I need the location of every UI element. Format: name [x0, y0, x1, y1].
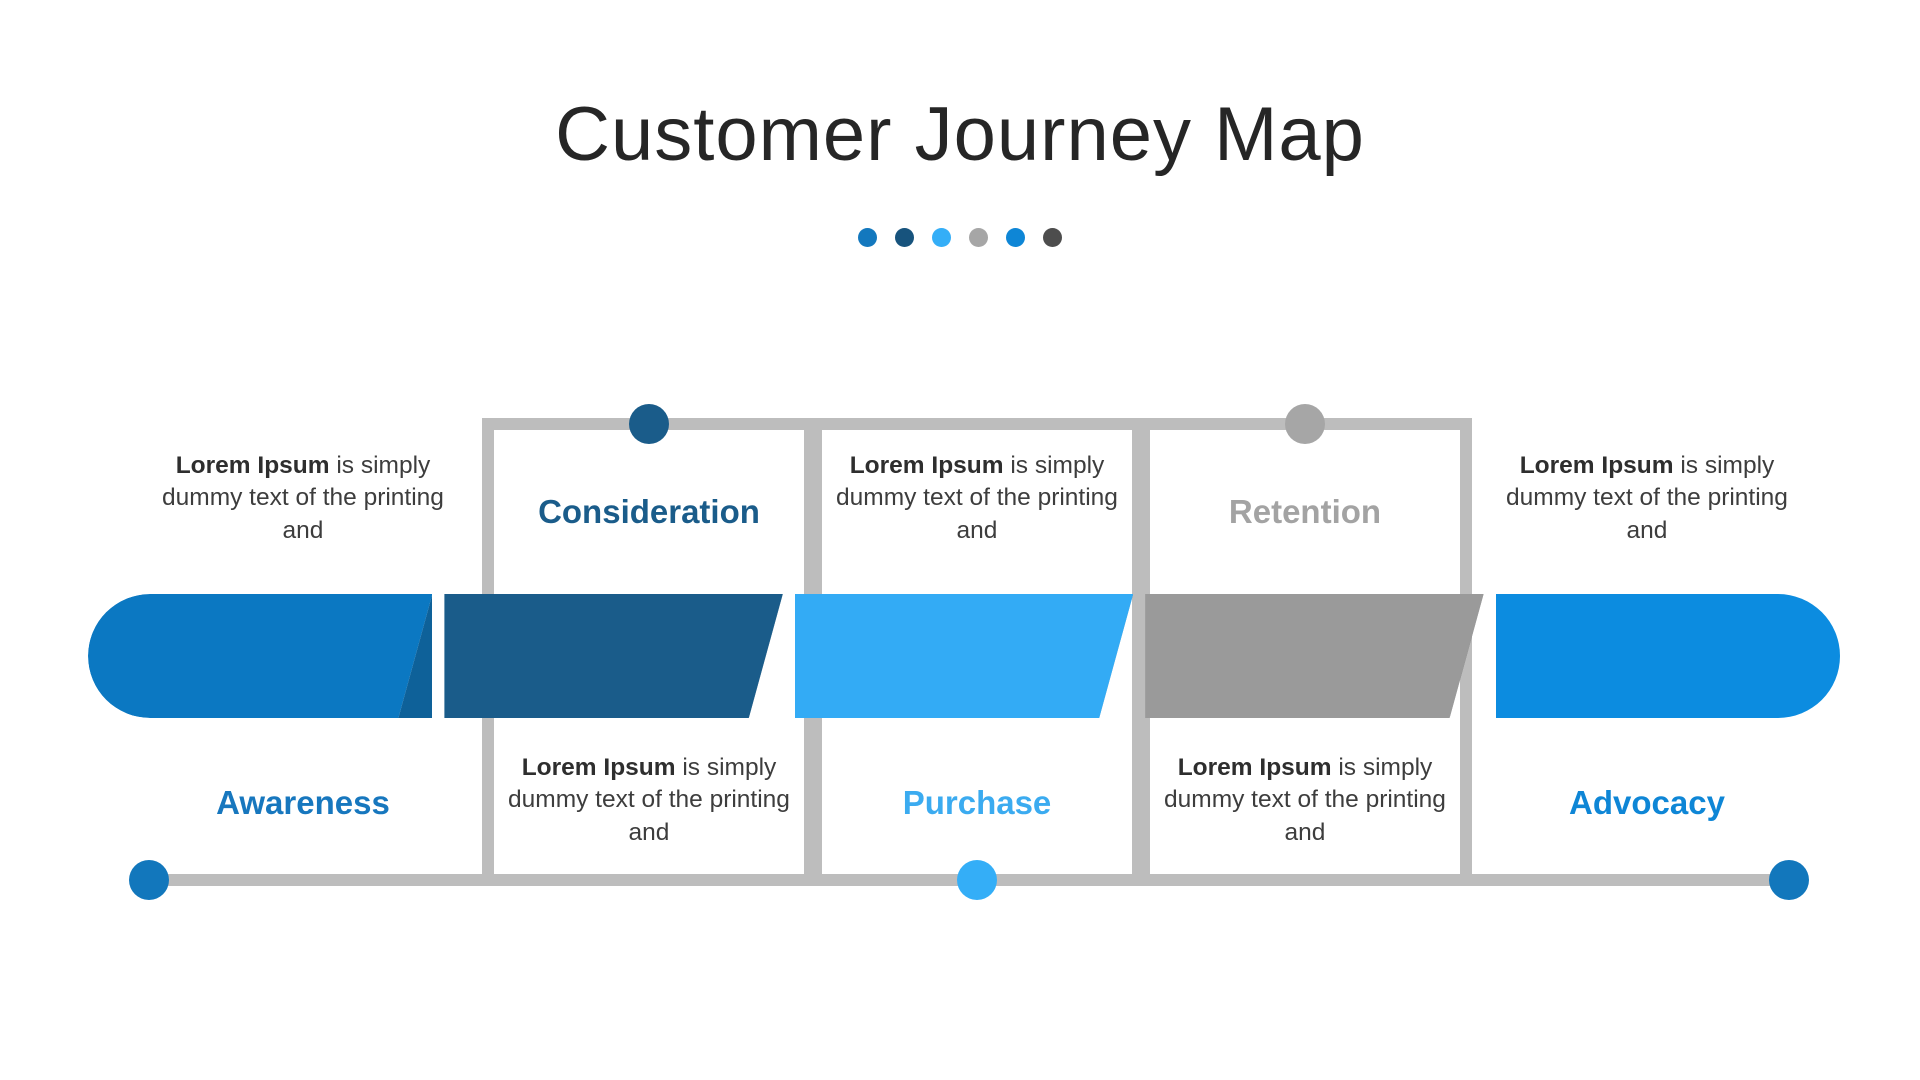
stage-node-consideration[interactable]: [629, 404, 669, 444]
stage-description-retention: Lorem Ipsum is simply dummy text of the …: [1155, 752, 1455, 849]
bar-segment-body: [88, 594, 432, 718]
stage-title-advocacy[interactable]: Advocacy: [1427, 785, 1867, 821]
bar-segment-shadow: [1099, 594, 1133, 718]
stage-title-awareness[interactable]: Awareness: [83, 785, 523, 821]
stage-node-advocacy[interactable]: [1769, 860, 1809, 900]
slide-canvas: Customer Journey Map AwarenessLorem Ipsu…: [0, 0, 1920, 1080]
connector-line-left: [148, 874, 494, 886]
journey-diagram: AwarenessLorem Ipsum is simply dummy tex…: [0, 0, 1920, 1080]
bar-segment-shadow: [1450, 594, 1484, 718]
journey-bar-segment-advocacy[interactable]: [1496, 594, 1840, 718]
stage-description-emphasis: Lorem Ipsum: [1520, 452, 1674, 479]
stage-description-emphasis: Lorem Ipsum: [850, 452, 1004, 479]
journey-bar-segment-purchase[interactable]: [795, 594, 1133, 718]
journey-bar-segment-retention[interactable]: [1145, 594, 1483, 718]
stage-description-consideration: Lorem Ipsum is simply dummy text of the …: [499, 752, 799, 849]
stage-title-consideration[interactable]: Consideration: [429, 494, 869, 530]
connector-line-right: [1472, 874, 1790, 886]
stage-description-emphasis: Lorem Ipsum: [176, 452, 330, 479]
journey-bar: [88, 594, 1840, 718]
stage-node-purchase[interactable]: [957, 860, 997, 900]
journey-bar-segment-consideration[interactable]: [444, 594, 782, 718]
stage-title-retention[interactable]: Retention: [1085, 494, 1525, 530]
stage-description-emphasis: Lorem Ipsum: [522, 754, 676, 781]
stage-description-purchase: Lorem Ipsum is simply dummy text of the …: [827, 450, 1127, 547]
stage-node-retention[interactable]: [1285, 404, 1325, 444]
stage-description-advocacy: Lorem Ipsum is simply dummy text of the …: [1497, 450, 1797, 547]
stage-description-awareness: Lorem Ipsum is simply dummy text of the …: [153, 450, 453, 547]
stage-description-emphasis: Lorem Ipsum: [1178, 754, 1332, 781]
stage-title-purchase[interactable]: Purchase: [757, 785, 1197, 821]
stage-node-awareness[interactable]: [129, 860, 169, 900]
bar-segment-shadow: [749, 594, 783, 718]
journey-bar-segment-awareness[interactable]: [88, 594, 432, 718]
